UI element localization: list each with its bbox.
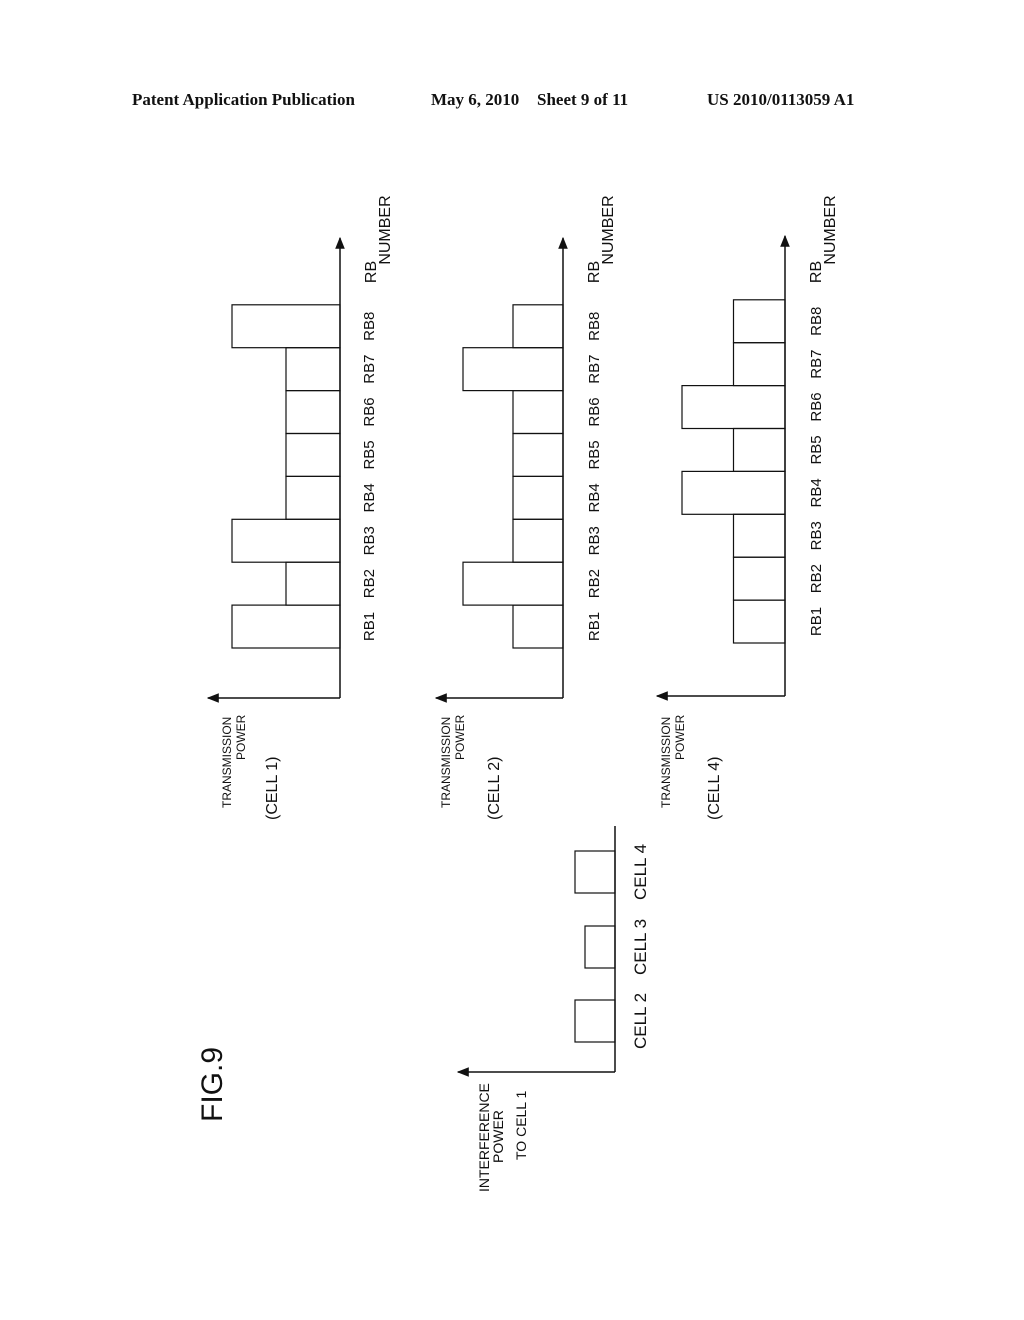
bar-rb5 [285,432,341,478]
tick-label-rb3: RB3 [808,521,825,550]
tick-label-rb6: RB6 [586,397,603,426]
bar-rb3 [732,513,786,558]
figure-canvas: FIG.9 RB1RB2RB3RB4RB5RB6RB7RB8RBNUMBERTR… [196,195,839,1192]
bar-rb5 [732,427,786,473]
chart-cell4: RB1RB2RB3RB4RB5RB6RB7RB8RBNUMBERTRANSMIS… [655,195,839,820]
chart-title: (CELL 4) [706,757,723,820]
tick-label-rb2: RB2 [586,569,603,598]
bar-rb5 [512,432,564,478]
bar-rb4 [681,470,786,515]
bar-rb1 [732,599,786,644]
bar-rb2 [285,561,341,606]
tick-label-rb6: RB6 [808,392,825,421]
bar-cell3 [584,925,616,969]
tick-label-rb3: RB3 [361,526,378,555]
bar-rb8 [231,304,341,349]
tick-label-rb8: RB8 [361,312,378,341]
tick-label-rb8: RB8 [808,307,825,336]
x-axis-label-line2: NUMBER [600,195,617,264]
tick-label-rb7: RB7 [808,350,825,379]
y-axis-label-line2: POWER [453,714,467,760]
bar-rb3 [231,518,341,563]
bar-rb4 [285,475,341,520]
bar-rb7 [462,347,564,392]
bar-rb6 [285,390,341,435]
tick-label-rb3: RB3 [586,526,603,555]
bar-rb1 [512,604,564,649]
bar-rb6 [681,385,786,430]
tick-label-cell4: CELL 4 [631,844,650,900]
tick-label-rb1: RB1 [361,612,378,641]
tick-label-rb5: RB5 [808,435,825,464]
y-axis-label-line2: POWER [234,714,248,760]
bar-rb3 [512,518,564,563]
y-axis-label-line1: TRANSMISSION [659,717,673,808]
y-axis-label-line1: TRANSMISSION [220,717,234,808]
tick-label-rb2: RB2 [808,564,825,593]
y-axis-label-line3: TO CELL 1 [513,1091,529,1160]
bar-cell4 [574,850,616,894]
x-axis-label-line2: NUMBER [377,195,394,264]
tick-label-rb7: RB7 [361,355,378,384]
tick-label-rb5: RB5 [586,440,603,469]
chart-interference: CELL 2CELL 3CELL 4INTERFERENCEPOWER TO CE… [456,826,650,1192]
chart-title: (CELL 2) [486,757,503,820]
chart-title: (CELL 1) [264,757,281,820]
bar-rb1 [231,604,341,649]
tick-label-rb8: RB8 [586,312,603,341]
tick-label-rb5: RB5 [361,440,378,469]
x-axis-label-line2: NUMBER [822,195,839,264]
tick-label-rb2: RB2 [361,569,378,598]
tick-label-rb7: RB7 [586,355,603,384]
bar-rb2 [732,556,786,601]
y-axis-label-line2: POWER [490,1110,506,1163]
figure-label: FIG.9 [196,1047,229,1122]
bar-rb2 [462,561,564,606]
bar-rb7 [285,347,341,392]
tick-label-rb1: RB1 [586,612,603,641]
tick-label-rb4: RB4 [586,483,603,512]
tick-label-rb1: RB1 [808,607,825,636]
tick-label-rb4: RB4 [808,478,825,507]
bar-rb8 [512,304,564,349]
bar-rb4 [512,475,564,520]
tick-label-rb6: RB6 [361,397,378,426]
bar-cell2 [574,999,616,1043]
tick-label-cell3: CELL 3 [631,919,650,975]
bar-rb6 [512,390,564,435]
tick-label-cell2: CELL 2 [631,993,650,1049]
chart-cell1: RB1RB2RB3RB4RB5RB6RB7RB8RBNUMBERTRANSMIS… [206,195,394,820]
chart-cell2: RB1RB2RB3RB4RB5RB6RB7RB8RBNUMBERTRANSMIS… [434,195,617,820]
bar-rb8 [732,299,786,344]
bar-rb7 [732,342,786,387]
y-axis-label-line2: POWER [673,714,687,760]
y-axis-label-line1: TRANSMISSION [439,717,453,808]
tick-label-rb4: RB4 [361,483,378,512]
